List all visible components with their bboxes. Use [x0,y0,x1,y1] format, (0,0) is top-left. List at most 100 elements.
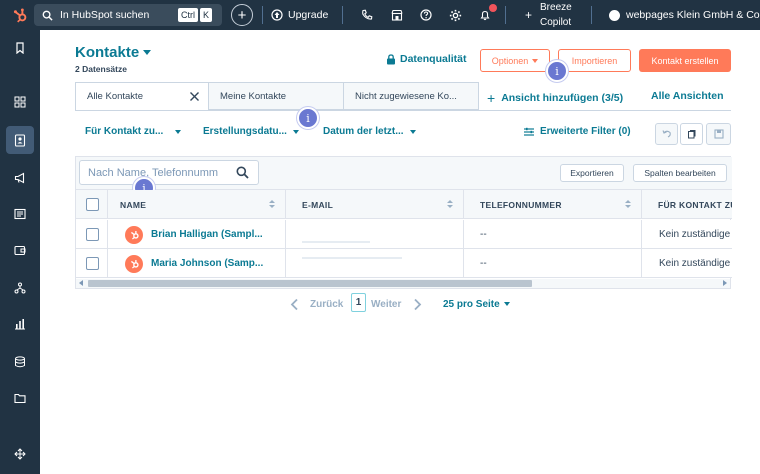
filter-contact-owner[interactable]: Für Kontakt zu... [85,126,182,137]
data-management-database-icon[interactable] [6,348,34,376]
lock-icon [387,53,395,64]
table-row[interactable]: Brian Halligan (Sampl... -- Kein zuständ… [76,220,732,249]
commerce-wallet-icon[interactable] [6,236,34,264]
scroll-right-arrow-icon[interactable] [723,280,727,286]
tab-unassigned-contacts[interactable]: Nicht zugewiesene Ko... [344,82,479,110]
filter-label: Datum der letzt... [323,126,404,137]
bookmarks-icon[interactable] [6,34,34,62]
owner-cell: Kein zuständige [659,258,731,269]
global-search-input[interactable]: In HubSpot suchen Ctrl K [34,4,222,26]
account-menu[interactable]: webpages Klein GmbH & Co. [609,0,760,30]
contacts-icon[interactable] [6,126,34,154]
tab-label: Meine Kontakte [220,90,287,102]
notification-badge [489,4,497,12]
page-size-dropdown[interactable]: 25 pro Seite [443,294,510,314]
row-checkbox[interactable] [86,257,99,270]
content-icon[interactable] [6,200,34,228]
filter-label: Erstellungsdatu... [203,126,287,137]
automation-workflow-icon[interactable] [6,274,34,302]
help-icon[interactable] [418,7,434,23]
filter-last-activity[interactable]: Datum der letzt... [323,126,416,137]
sparkle-icon: + [525,8,533,22]
filter-create-date[interactable]: Erstellungsdatu... [203,126,299,137]
scrollbar-thumb[interactable] [88,280,532,287]
data-quality-button[interactable]: Datenqualität [386,53,467,65]
export-label: Exportieren [570,168,614,178]
marketplace-icon[interactable] [389,7,405,23]
table-search-placeholder: Nach Name, Telefonnumm [88,166,219,179]
create-plus-button[interactable]: + [231,4,253,26]
sort-icon[interactable] [447,200,453,208]
contact-name-link[interactable]: Maria Johnson (Samp... [151,258,263,269]
scroll-left-arrow-icon[interactable] [79,280,83,286]
email-redacted [302,256,402,259]
create-contact-label: Kontakt erstellen [651,55,719,66]
breeze-label: Breeze [540,2,572,13]
save-view-icon[interactable] [706,123,731,145]
row-checkbox[interactable] [86,228,99,241]
breeze-copilot-button[interactable]: + Breeze Copilot [525,0,572,30]
select-all-checkbox[interactable] [86,198,99,211]
marketing-megaphone-icon[interactable] [6,164,34,192]
upgrade-icon [271,9,283,21]
shortcut-ctrl: Ctrl [177,8,198,22]
search-icon [236,166,249,182]
info-badge-icon[interactable]: i [546,60,568,82]
column-header-name[interactable]: NAME [108,190,286,219]
column-header-phone[interactable]: TELEFONNUMMER [464,190,642,219]
column-header-contact-owner[interactable]: FÜR KONTAKT ZU [642,190,732,219]
row-select-cell [76,249,108,278]
tab-my-contacts[interactable]: Meine Kontakte [209,82,344,110]
owner-cell: Kein zuständige [659,229,731,240]
email-cell [286,220,464,249]
tab-label: Alle Kontakte [87,91,143,102]
object-title-dropdown[interactable]: Kontakte [75,44,152,61]
prev-page-button[interactable]: Zurück [290,294,343,314]
page-title: Kontakte [75,44,140,61]
current-page[interactable]: 1 [351,293,366,312]
import-button[interactable]: Importieren [558,49,631,72]
add-view-button[interactable]: + Ansicht hinzufügen (3/5) [487,90,623,106]
record-count: 2 Datensätze [75,64,127,74]
plus-icon: + [487,90,496,106]
chevron-down-icon [175,129,182,134]
column-label: E-MAIL [302,199,334,210]
table-row[interactable]: Maria Johnson (Samp... -- Kein zuständig… [76,249,732,278]
column-label: TELEFONNUMMER [480,199,562,210]
reporting-chart-icon[interactable] [6,310,34,338]
options-label: Optionen [491,55,529,66]
copilot-label: Copilot [540,17,572,28]
contact-name-link[interactable]: Brian Halligan (Sampl... [151,229,263,240]
create-contact-button[interactable]: Kontakt erstellen [639,49,731,72]
all-views-link[interactable]: Alle Ansichten [651,90,724,102]
add-view-label: Ansicht hinzufügen (3/5) [501,92,624,104]
close-icon[interactable] [189,91,200,102]
sort-icon[interactable] [269,200,275,208]
horizontal-scrollbar[interactable] [76,279,730,288]
phone-cell: -- [464,220,642,249]
upgrade-button[interactable]: Upgrade [271,0,328,30]
chevron-down-icon [143,50,152,55]
export-button[interactable]: Exportieren [560,164,624,182]
select-all-cell [76,190,108,219]
copy-view-icon[interactable] [680,123,703,145]
table-search-input[interactable]: Nach Name, Telefonnumm [79,160,259,185]
info-badge-icon[interactable]: i [297,107,319,129]
library-folder-icon[interactable] [6,384,34,412]
dashboard-grid-icon[interactable] [6,88,34,116]
settings-gear-icon[interactable] [447,7,463,23]
sort-icon[interactable] [625,200,631,208]
column-header-email[interactable]: E-MAIL [286,190,464,219]
phone-icon[interactable] [359,7,375,23]
next-page-button[interactable]: Weiter [371,294,422,314]
expand-sidebar-icon[interactable] [6,440,34,468]
keyboard-shortcut: Ctrl K [177,8,212,22]
reset-undo-icon[interactable] [655,123,678,145]
edit-columns-button[interactable]: Spalten bearbeiten [633,164,727,182]
notifications-bell-icon[interactable] [477,4,497,23]
options-button[interactable]: Optionen [480,49,550,72]
table-toolbar: Nach Name, Telefonnumm Exportieren Spalt… [76,157,732,190]
tab-all-contacts[interactable]: Alle Kontakte [75,82,209,110]
advanced-filters-button[interactable]: Erweiterte Filter (0) [523,126,631,137]
filter-label: Für Kontakt zu... [85,126,164,137]
